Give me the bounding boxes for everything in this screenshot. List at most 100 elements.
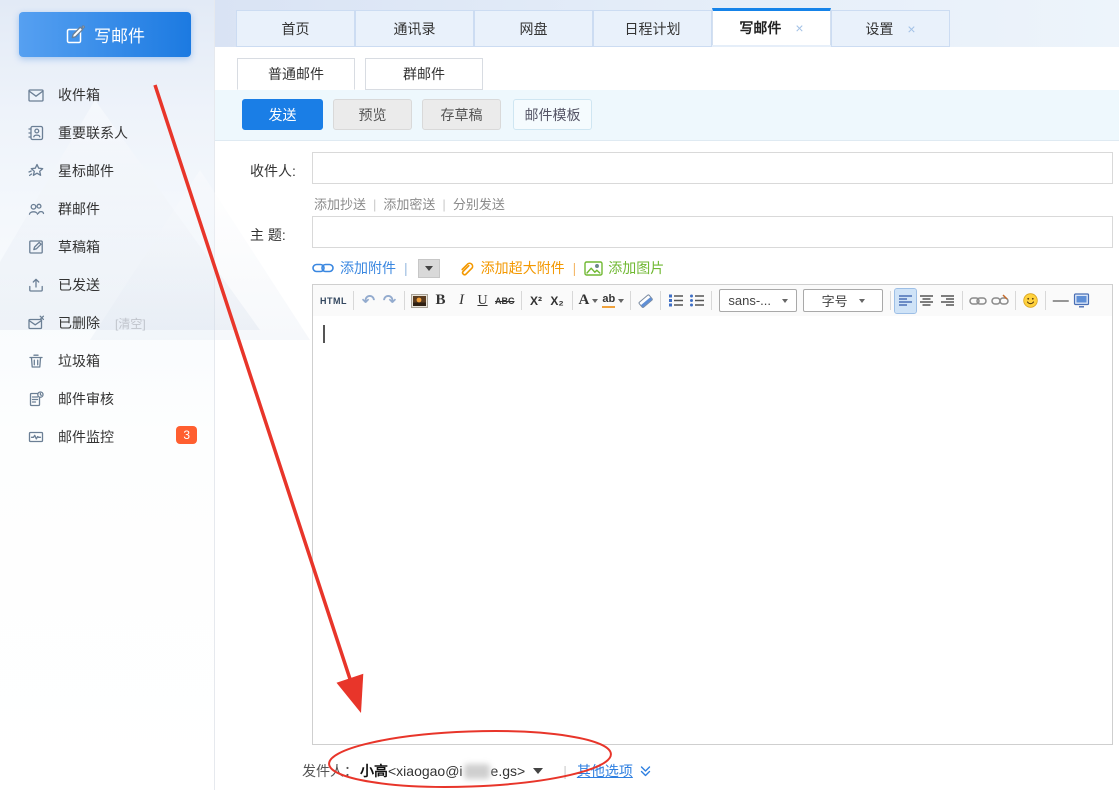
sender-dropdown-icon[interactable] [533, 768, 543, 774]
highlight-label: ab [602, 293, 615, 308]
recipient-input[interactable] [312, 152, 1113, 184]
horizontal-rule-icon[interactable]: — [1050, 289, 1071, 313]
toolbar-divider [890, 291, 891, 310]
send-button[interactable]: 发送 [242, 99, 323, 130]
sidebar-item-label: 垃圾箱 [58, 351, 100, 371]
align-left-icon[interactable] [895, 289, 916, 313]
insert-link-icon[interactable] [967, 289, 989, 313]
add-cc-link[interactable]: 添加抄送 [314, 197, 366, 212]
image-icon [584, 259, 603, 277]
sender-name: 小高 [360, 761, 388, 781]
toolbar-divider [572, 291, 573, 310]
divider: | [404, 260, 408, 276]
sidebar-item-mail-monitor[interactable]: 邮件监控 3 [0, 418, 215, 456]
sidebar-item-label: 草稿箱 [58, 237, 100, 257]
sidebar-item-drafts[interactable]: 草稿箱 [0, 228, 215, 266]
add-large-attachment-link[interactable]: 添加超大附件 [481, 258, 565, 278]
tab-settings[interactable]: 设置 × [831, 10, 950, 47]
close-icon[interactable]: × [795, 20, 803, 36]
underline-button[interactable]: U [472, 289, 493, 313]
chevron-down-icon [618, 299, 624, 303]
highlight-color-button[interactable]: ab [600, 289, 626, 313]
sidebar-item-label: 已发送 [58, 275, 100, 295]
save-draft-button[interactable]: 存草稿 [422, 99, 501, 130]
compose-button-label: 写邮件 [94, 22, 145, 47]
sidebar: 写邮件 收件箱 重要联系人 星标邮件 群邮件 草稿箱 已发送 已删除 [0, 0, 215, 790]
tab-bar: 首页 通讯录 网盘 日程计划 写邮件 × 设置 × [215, 0, 1119, 47]
tab-contacts[interactable]: 通讯录 [355, 10, 474, 47]
compose-mail-button[interactable]: 写邮件 [19, 12, 191, 57]
chevron-down-icon [782, 299, 788, 303]
folder-list: 收件箱 重要联系人 星标邮件 群邮件 草稿箱 已发送 已删除 [清空] [0, 76, 215, 456]
sent-icon [27, 276, 45, 294]
sidebar-item-inbox[interactable]: 收件箱 [0, 76, 215, 114]
attachment-row: 添加附件 | 添加超大附件 | 添加图片 [312, 256, 664, 280]
remove-link-icon[interactable] [989, 289, 1011, 313]
ordered-list-icon[interactable] [665, 289, 686, 313]
undo-icon[interactable]: ↶ [358, 289, 379, 313]
subtab-group-mail[interactable]: 群邮件 [365, 58, 483, 90]
fullscreen-icon[interactable] [1071, 289, 1092, 313]
main-area: 首页 通讯录 网盘 日程计划 写邮件 × 设置 × 普通邮件 群邮件 发送 预览… [215, 0, 1119, 790]
tab-label: 设置 [865, 19, 893, 39]
emoji-icon[interactable] [1020, 289, 1041, 313]
font-color-label: A [579, 292, 590, 309]
html-mode-button[interactable]: HTML [318, 289, 349, 313]
vip-contacts-icon [27, 124, 45, 142]
expand-options-icon[interactable] [639, 765, 652, 778]
close-icon[interactable]: × [907, 21, 915, 37]
sidebar-item-junk[interactable]: 垃圾箱 [0, 342, 215, 380]
subtab-normal-mail[interactable]: 普通邮件 [237, 58, 355, 90]
tab-schedule[interactable]: 日程计划 [593, 10, 712, 47]
font-color-button[interactable]: A [577, 289, 601, 313]
divider: | [373, 197, 376, 212]
insert-image-icon[interactable] [409, 289, 430, 313]
send-separately-link[interactable]: 分别发送 [453, 197, 505, 212]
subscript-button[interactable]: X₂ [547, 289, 568, 313]
mail-template-button[interactable]: 邮件模板 [513, 99, 592, 130]
align-center-icon[interactable] [916, 289, 937, 313]
starred-mail-icon [27, 162, 45, 180]
bullet-list-icon[interactable] [686, 289, 707, 313]
add-image-link[interactable]: 添加图片 [608, 258, 664, 278]
tab-compose[interactable]: 写邮件 × [712, 8, 831, 45]
subject-input[interactable] [312, 216, 1113, 248]
add-attachment-link[interactable]: 添加附件 [340, 258, 396, 278]
tab-home[interactable]: 首页 [236, 10, 355, 47]
toolbar-divider [404, 291, 405, 310]
sidebar-item-label: 已删除 [58, 313, 100, 333]
empty-trash-link[interactable]: [清空] [115, 315, 146, 332]
sidebar-item-mail-audit[interactable]: 邮件审核 [0, 380, 215, 418]
tab-label: 通讯录 [394, 19, 436, 39]
font-size-select[interactable]: 字号 [803, 289, 883, 312]
strikethrough-button[interactable]: ABC [493, 289, 517, 313]
sidebar-item-sent[interactable]: 已发送 [0, 266, 215, 304]
add-bcc-link[interactable]: 添加密送 [383, 197, 435, 212]
tab-netdisk[interactable]: 网盘 [474, 10, 593, 47]
superscript-button[interactable]: X² [526, 289, 547, 313]
font-family-select[interactable]: sans-... [719, 289, 797, 312]
other-options-link[interactable]: 其他选项 [577, 761, 633, 781]
sidebar-item-label: 收件箱 [58, 85, 100, 105]
editor-body[interactable] [312, 316, 1113, 745]
sidebar-item-group-mail[interactable]: 群邮件 [0, 190, 215, 228]
toolbar-divider [1045, 291, 1046, 310]
eraser-icon[interactable] [635, 289, 656, 313]
redo-icon[interactable]: ↷ [379, 289, 400, 313]
preview-button[interactable]: 预览 [333, 99, 412, 130]
sidebar-item-deleted[interactable]: 已删除 [清空] [0, 304, 215, 342]
attachment-dropdown-button[interactable] [418, 259, 440, 278]
italic-button[interactable]: I [451, 289, 472, 313]
chevron-down-icon [425, 266, 433, 271]
bold-button[interactable]: B [430, 289, 451, 313]
divider: | [442, 197, 445, 212]
sidebar-item-vip-contacts[interactable]: 重要联系人 [0, 114, 215, 152]
sidebar-item-label: 群邮件 [58, 199, 100, 219]
sender-address-start: <xiaogao@i [388, 763, 463, 779]
chevron-down-icon [592, 299, 598, 303]
subject-label: 主 题: [250, 225, 286, 245]
sidebar-item-starred[interactable]: 星标邮件 [0, 152, 215, 190]
align-right-icon[interactable] [937, 289, 958, 313]
drafts-icon [27, 238, 45, 256]
text-cursor [323, 325, 325, 343]
